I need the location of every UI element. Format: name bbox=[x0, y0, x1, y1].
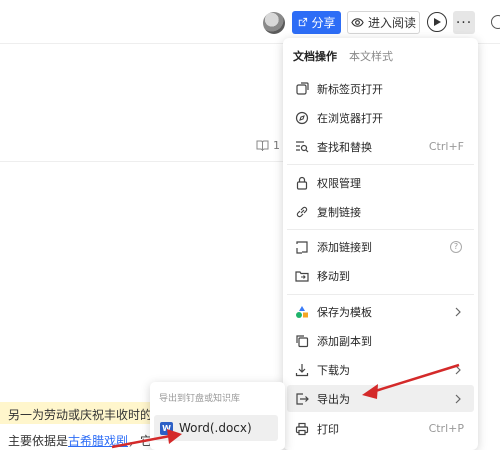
move-folder-icon bbox=[295, 270, 309, 282]
menu-separator bbox=[287, 164, 474, 165]
search-icon[interactable] bbox=[491, 15, 500, 29]
menu-item-label: 查找和替换 bbox=[317, 140, 372, 154]
menu-item-label: 打印 bbox=[317, 422, 339, 436]
divider bbox=[0, 161, 285, 162]
menu-item-label: 移动到 bbox=[317, 269, 350, 283]
comment-count-value: 1 bbox=[273, 139, 280, 152]
share-label: 分享 bbox=[311, 16, 336, 30]
menu-item-add-link-to[interactable]: 添加链接到 ? bbox=[287, 233, 474, 260]
print-icon bbox=[295, 422, 309, 435]
template-icon bbox=[296, 305, 308, 318]
word-icon: W bbox=[160, 421, 173, 435]
tab-document-style[interactable]: 本文样式 bbox=[349, 48, 393, 64]
doc-paragraph-line2: 主要依据是古希腊戏剧，它 bbox=[8, 432, 152, 449]
export-word-label: Word(.docx) bbox=[179, 421, 252, 435]
menu-item-label: 保存为模板 bbox=[317, 305, 372, 319]
eye-icon bbox=[351, 18, 364, 27]
presentation-button[interactable] bbox=[427, 12, 447, 32]
menu-item-print[interactable]: 打印 Ctrl+P bbox=[287, 415, 474, 442]
copy-icon bbox=[296, 334, 309, 347]
more-menu: 文档操作 本文样式 新标签页打开 在浏览器打开 查找和替换 Ctrl+F 权限管… bbox=[283, 38, 478, 450]
doc-line2-prefix: 主要依据是 bbox=[8, 434, 69, 448]
shortcut-print: Ctrl+P bbox=[428, 422, 464, 435]
help-icon[interactable]: ? bbox=[450, 240, 462, 253]
link-icon bbox=[296, 206, 308, 217]
export-icon bbox=[296, 392, 309, 405]
doc-paragraph-line1: 另一为劳动或庆祝丰收时的 bbox=[8, 408, 153, 422]
comment-count[interactable]: 1 bbox=[256, 139, 280, 152]
chevron-right-icon bbox=[455, 307, 461, 316]
share-button[interactable]: 分享 bbox=[292, 11, 341, 34]
read-label: 进入阅读 bbox=[367, 16, 416, 30]
menu-item-label: 在浏览器打开 bbox=[317, 111, 383, 125]
menu-item-label: 下载为 bbox=[317, 363, 350, 377]
enter-reading-button[interactable]: 进入阅读 bbox=[347, 11, 420, 34]
lock-icon bbox=[296, 176, 308, 190]
chevron-right-icon bbox=[455, 365, 461, 374]
tab-document-actions[interactable]: 文档操作 bbox=[293, 48, 337, 64]
menu-tabs: 文档操作 本文样式 bbox=[293, 48, 393, 64]
doc-link[interactable]: 古希腊戏剧 bbox=[68, 434, 128, 448]
menu-separator bbox=[287, 229, 474, 230]
menu-item-export-as[interactable]: 导出为 bbox=[287, 385, 474, 412]
menu-item-label: 导出为 bbox=[317, 392, 350, 406]
menu-item-copy-link[interactable]: 复制链接 bbox=[287, 198, 474, 225]
play-icon bbox=[434, 18, 441, 26]
compass-icon bbox=[295, 111, 309, 124]
add-link-icon bbox=[296, 240, 308, 254]
shortcut-find: Ctrl+F bbox=[428, 140, 464, 153]
export-word-item[interactable]: W Word(.docx) bbox=[154, 415, 278, 441]
download-icon bbox=[295, 363, 309, 376]
export-submenu: 导出到钉盘或知识库 W Word(.docx) bbox=[150, 382, 285, 450]
chevron-right-icon bbox=[455, 394, 461, 403]
menu-separator bbox=[287, 294, 474, 295]
book-icon bbox=[256, 140, 269, 151]
menu-item-find-replace[interactable]: 查找和替换 Ctrl+F bbox=[287, 133, 474, 160]
submenu-header: 导出到钉盘或知识库 bbox=[159, 394, 241, 404]
menu-item-save-template[interactable]: 保存为模板 bbox=[287, 298, 474, 325]
menu-item-label: 复制链接 bbox=[317, 205, 361, 219]
avatar[interactable] bbox=[263, 12, 285, 34]
more-button[interactable]: ··· bbox=[453, 11, 475, 34]
menu-item-open-new-tab[interactable]: 新标签页打开 bbox=[287, 75, 474, 102]
menu-item-download-as[interactable]: 下载为 bbox=[287, 356, 474, 383]
new-tab-icon bbox=[296, 81, 309, 95]
doc-line2-suffix: ，它 bbox=[128, 434, 153, 448]
menu-item-label: 新标签页打开 bbox=[317, 82, 383, 96]
menu-item-move-to[interactable]: 移动到 bbox=[287, 262, 474, 289]
find-replace-icon bbox=[296, 140, 309, 152]
menu-item-label: 权限管理 bbox=[317, 176, 361, 190]
menu-item-open-browser[interactable]: 在浏览器打开 bbox=[287, 104, 474, 131]
menu-item-add-copy-to[interactable]: 添加副本到 bbox=[287, 327, 474, 354]
menu-item-permissions[interactable]: 权限管理 bbox=[287, 169, 474, 196]
menu-item-label: 添加副本到 bbox=[317, 334, 372, 348]
share-icon bbox=[299, 17, 308, 27]
menu-item-label: 添加链接到 bbox=[317, 240, 372, 254]
